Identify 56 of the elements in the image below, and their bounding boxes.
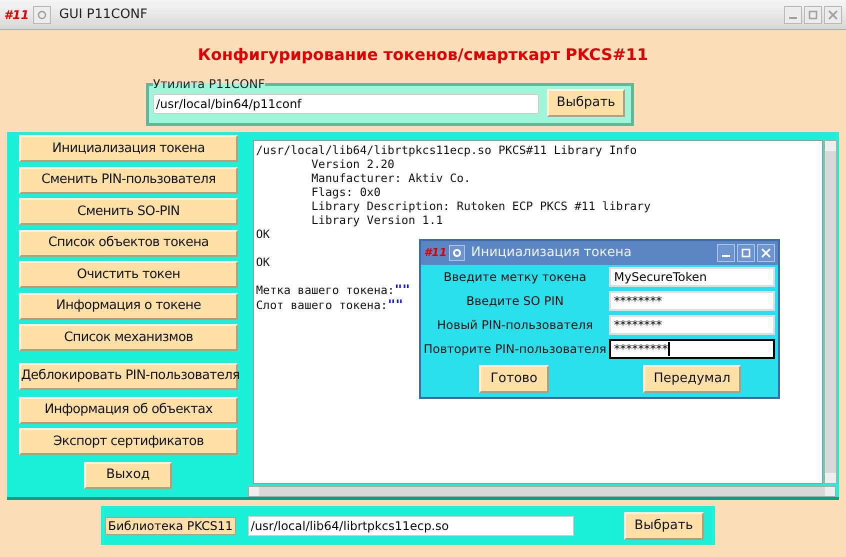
menu-icon[interactable] <box>33 6 52 24</box>
minimize-icon <box>722 255 730 257</box>
action-button[interactable]: Сменить PIN-пользователя <box>19 166 238 194</box>
dialog-field[interactable]: ********* <box>609 339 775 359</box>
window-title: GUI P11CONF <box>59 6 148 24</box>
exit-button[interactable]: Выход <box>84 462 172 488</box>
action-button[interactable]: Информация о токене <box>19 292 238 320</box>
maximize-button[interactable] <box>804 6 822 24</box>
path-field[interactable]: /usr/local/bin64/p11conf <box>153 94 539 114</box>
minimize-button[interactable] <box>717 244 735 262</box>
action-button[interactable]: Экспорт сертификатов <box>19 428 238 455</box>
output-line: Метка вашего токена:"" <box>256 283 410 298</box>
output-line: Library Description: Rutoken ECP PKCS #11 library <box>310 199 651 213</box>
maximize-button[interactable] <box>737 244 755 262</box>
app-logo-text: #11 <box>424 244 447 261</box>
menu-icon[interactable] <box>448 245 465 261</box>
field-label: Новый PIN-пользователя <box>436 317 594 334</box>
close-icon <box>828 10 838 20</box>
dialog-title: Инициализация токена <box>470 244 632 262</box>
action-button[interactable]: Список механизмов <box>19 324 238 351</box>
action-button[interactable]: Инициализация токена <box>19 135 238 162</box>
output-line: Flags: 0x0 <box>310 185 381 199</box>
minimize-button[interactable] <box>784 6 802 24</box>
field-label: Введите SO PIN <box>465 293 565 310</box>
action-button[interactable]: Информация об объектах <box>19 396 238 424</box>
close-button[interactable] <box>757 244 775 262</box>
output-line: Version 2.20 <box>310 157 394 171</box>
maximize-icon <box>808 10 818 20</box>
output-line: Library Version 1.1 <box>310 213 443 227</box>
output-line: OK <box>256 227 270 241</box>
field-label: Введите метку токена <box>442 269 588 286</box>
action-button[interactable]: Очистить токен <box>19 261 238 288</box>
app-logo-text: #11 <box>4 6 30 24</box>
output-line: OK <box>256 255 270 269</box>
library-path-field[interactable]: /usr/local/lib64/librtpkcs11ecp.so <box>248 516 574 536</box>
browse-button[interactable]: Выбрать <box>624 512 704 540</box>
action-button[interactable]: Сменить SO-PIN <box>19 198 238 225</box>
output-line: /usr/local/lib64/librtpkcs11ecp.so PKCS#11 Library Info <box>256 143 637 157</box>
library-label: Библиотека PKCS11 <box>105 516 236 534</box>
browse-button[interactable]: Выбрать <box>547 88 625 116</box>
text-cursor <box>668 342 670 356</box>
maximize-icon <box>741 248 751 258</box>
dialog-field[interactable]: MySecureToken <box>609 267 775 287</box>
output-line: Manufacturer: Aktiv Co. <box>310 171 471 185</box>
close-icon <box>761 248 771 258</box>
action-button[interactable]: Список объектов токена <box>19 230 238 256</box>
field-label: Повторите PIN-пользователя <box>422 341 608 358</box>
dialog-button[interactable]: Готово <box>479 365 549 393</box>
dialog-field[interactable]: ******** <box>609 315 775 335</box>
group-legend: Утилита P11CONF <box>153 78 265 90</box>
close-button[interactable] <box>824 6 842 24</box>
dialog-button[interactable]: Передумал <box>643 365 741 393</box>
output-line: Слот вашего токена:"" <box>256 298 404 313</box>
minimize-icon <box>789 16 797 18</box>
dialog-field[interactable]: ******** <box>609 291 775 311</box>
page-heading: Конфигурирование токенов/смарткарт PKCS#11 <box>198 44 648 66</box>
